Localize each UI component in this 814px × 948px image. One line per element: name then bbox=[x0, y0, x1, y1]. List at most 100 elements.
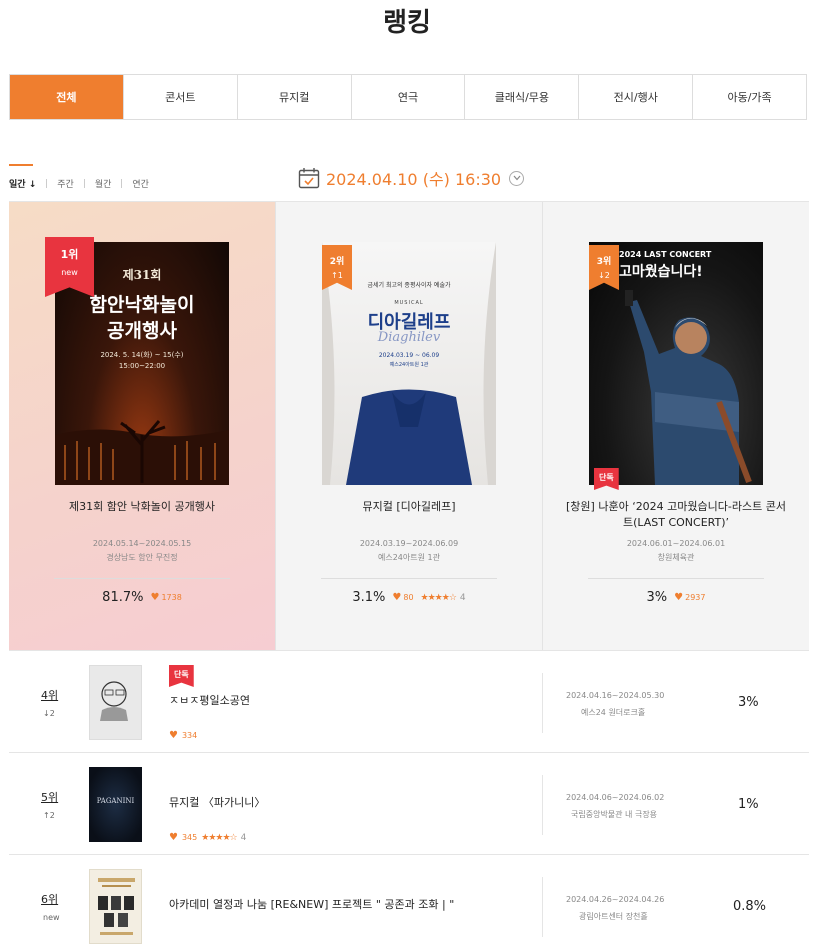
poster-caption: 2024. 5. 14(화) ~ 15(수) bbox=[100, 351, 184, 359]
booking-share: 3% bbox=[738, 695, 759, 710]
rank-change: ↑1 bbox=[331, 271, 343, 280]
divider bbox=[121, 179, 123, 188]
event-stats: 3% ♥ 2937 bbox=[543, 590, 809, 605]
poster-caption: 예스24아트원 1관 bbox=[389, 362, 429, 368]
rating-value: 4 bbox=[459, 592, 466, 603]
rank-card-2[interactable]: 금세기 최고의 종평사이자 예술가 MUSICAL 디아길레프 Diaghile… bbox=[275, 202, 542, 650]
tab-concert[interactable]: 콘서트 bbox=[122, 75, 237, 119]
list-item[interactable]: 6위 new 아카데미 열정과 나눔 [RE&NEW] 프로젝트 " 공존과 조… bbox=[9, 855, 809, 948]
rank-card-3[interactable]: 2024 LAST CONCERT 고마웠습니다! 3위 ↓2 단독 [창원] … bbox=[542, 202, 809, 650]
booking-share: 81.7% bbox=[102, 590, 144, 605]
tab-all[interactable]: 전체 bbox=[10, 75, 123, 119]
poster-thumbnail[interactable] bbox=[89, 665, 142, 740]
like-count: 1738 bbox=[161, 593, 182, 602]
heart-icon: ♥ bbox=[169, 730, 178, 741]
event-venue: 창원체육관 bbox=[657, 553, 695, 562]
rank-number: 3위 bbox=[596, 257, 612, 267]
period-monthly[interactable]: 월간 bbox=[95, 177, 112, 190]
like-count: 334 bbox=[181, 731, 198, 740]
date-selector[interactable]: 2024.04.10 (수) 16:30 bbox=[298, 166, 525, 190]
poster-caption: MUSICAL bbox=[394, 300, 424, 306]
event-venue: 경상남도 함안 무진정 bbox=[106, 553, 178, 562]
event-venue: 예스24아트원 1관 bbox=[378, 553, 440, 562]
booking-share: 1% bbox=[738, 797, 759, 812]
current-datetime: 2024.04.10 (수) 16:30 bbox=[326, 170, 502, 189]
period-selector: 일간 ↓ 주간 월간 연간 bbox=[9, 164, 149, 190]
poster-thumbnail[interactable]: PAGANINI bbox=[89, 767, 142, 842]
booking-share: 0.8% bbox=[733, 899, 767, 914]
event-dates: 2024.04.16~2024.05.30 bbox=[566, 691, 665, 700]
event-venue: 예스24 원더로크홀 bbox=[581, 708, 646, 717]
poster-caption: PAGANINI bbox=[96, 797, 135, 805]
divider bbox=[46, 179, 48, 188]
event-stats: 3.1% ♥ 80 ★★★★☆ 4 bbox=[276, 590, 542, 605]
list-item[interactable]: 4위 ↓2 단독 ㅈㅂㅈ평일소공연 ♥ 334 2024.04.16~2024.… bbox=[9, 651, 809, 753]
event-stats: ♥ 334 bbox=[169, 730, 197, 741]
event-dates: 2024.04.26~2024.04.26 bbox=[566, 895, 665, 904]
event-dates: 2024.04.06~2024.06.02 bbox=[566, 793, 665, 802]
event-venue: 광림아트센터 장천홀 bbox=[579, 912, 648, 921]
like-count: 2937 bbox=[685, 593, 706, 602]
rank-number: 1위 bbox=[60, 248, 79, 261]
exclusive-badge: 단독 bbox=[169, 665, 194, 687]
event-dates: 2024.06.01~2024.06.01 bbox=[626, 539, 726, 548]
poster-caption: Diaghilev bbox=[377, 330, 441, 345]
event-title[interactable]: 뮤지컬 [디아길레프] bbox=[296, 499, 522, 515]
event-title[interactable]: 제31회 함안 낙화놀이 공개행사 bbox=[29, 499, 255, 515]
divider bbox=[542, 877, 543, 937]
rank-number: 4위 bbox=[41, 689, 59, 702]
page-title: 랭킹 bbox=[383, 8, 431, 38]
heart-icon: ♥ bbox=[392, 592, 402, 603]
poster-caption: 2024 LAST CONCERT bbox=[619, 250, 712, 259]
top3-ranking: 제31회 함안낙화놀이 공개행사 2024. 5. 14(화) ~ 15(수) … bbox=[9, 201, 809, 651]
rank-change: ↑2 bbox=[43, 811, 55, 820]
heart-icon: ♥ bbox=[674, 592, 684, 603]
rank-number: 6위 bbox=[41, 893, 59, 906]
rank-card-1[interactable]: 제31회 함안낙화놀이 공개행사 2024. 5. 14(화) ~ 15(수) … bbox=[9, 202, 275, 650]
rank-change: new bbox=[61, 268, 78, 277]
event-dates: 2024.05.14~2024.05.15 bbox=[92, 539, 192, 548]
booking-share: 3.1% bbox=[352, 590, 386, 605]
heart-icon: ♥ bbox=[150, 592, 160, 603]
divider bbox=[321, 578, 497, 579]
heart-icon: ♥ bbox=[169, 832, 178, 843]
tab-kids-family[interactable]: 아동/가족 bbox=[692, 75, 806, 119]
exclusive-badge: 단독 bbox=[594, 468, 619, 490]
poster-caption: 15:00~22:00 bbox=[118, 362, 166, 370]
period-yearly[interactable]: 연간 bbox=[132, 177, 149, 190]
calendar-icon bbox=[298, 168, 320, 189]
event-title[interactable]: 아카데미 열정과 나눔 [RE&NEW] 프로젝트 " 공존과 조화 | " bbox=[169, 896, 454, 912]
tab-play[interactable]: 연극 bbox=[350, 75, 465, 119]
list-item[interactable]: 5위 ↑2 PAGANINI 뮤지컬 〈파가니니〉 ♥ 345 ★★★★☆ 4 … bbox=[9, 753, 809, 855]
rank-change: new bbox=[43, 913, 60, 922]
poster-caption: 함안낙화놀이 bbox=[89, 294, 195, 316]
event-title[interactable]: 뮤지컬 〈파가니니〉 bbox=[169, 794, 265, 810]
divider bbox=[83, 179, 85, 188]
rank-number: 5위 bbox=[41, 791, 59, 804]
tab-musical[interactable]: 뮤지컬 bbox=[236, 75, 351, 119]
tab-classic-dance[interactable]: 클래식/무용 bbox=[464, 75, 578, 119]
poster-thumbnail[interactable] bbox=[89, 869, 142, 944]
like-count: 80 bbox=[403, 593, 414, 602]
divider bbox=[542, 673, 543, 733]
period-weekly[interactable]: 주간 bbox=[57, 177, 74, 190]
period-daily[interactable]: 일간 ↓ bbox=[9, 164, 36, 190]
star-rating: ★★★★☆ bbox=[420, 592, 457, 603]
event-title[interactable]: [창원] 나훈아 ‘2024 고마웠습니다-라스트 콘서트(LAST CONCE… bbox=[563, 499, 789, 531]
divider bbox=[542, 775, 543, 835]
rank-number: 2위 bbox=[329, 257, 345, 267]
poster-caption: 2024.03.19 ~ 06.09 bbox=[378, 352, 440, 359]
category-tabs: 전체 콘서트 뮤지컬 연극 클래식/무용 전시/행사 아동/가족 bbox=[9, 74, 807, 120]
event-title[interactable]: ㅈㅂㅈ평일소공연 bbox=[169, 692, 250, 708]
tab-exhibition-event[interactable]: 전시/행사 bbox=[578, 75, 692, 119]
rating-value: 4 bbox=[240, 832, 247, 843]
rank-change: ↓2 bbox=[598, 271, 610, 280]
ranking-list: 4위 ↓2 단독 ㅈㅂㅈ평일소공연 ♥ 334 2024.04.16~2024.… bbox=[9, 651, 809, 948]
like-count: 345 bbox=[181, 833, 198, 842]
chevron-down-icon[interactable] bbox=[509, 170, 525, 186]
event-stats: ♥ 345 ★★★★☆ 4 bbox=[169, 832, 246, 843]
event-stats: 81.7% ♥ 1738 bbox=[9, 590, 275, 605]
divider bbox=[54, 578, 230, 579]
poster-caption: 고마웠습니다! bbox=[619, 264, 703, 280]
rank-change: ↓2 bbox=[43, 709, 55, 718]
